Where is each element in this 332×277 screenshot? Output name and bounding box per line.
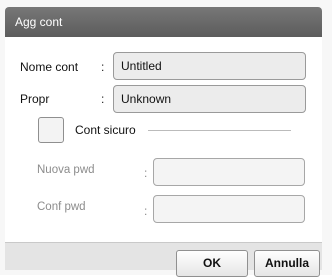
confirm-password-field[interactable] [153, 195, 305, 223]
owner-label: Propr [20, 92, 50, 106]
name-label: Nome cont [20, 60, 79, 74]
owner-field[interactable]: Unknown [113, 85, 306, 113]
confirm-password-colon: : [144, 204, 148, 218]
ok-button[interactable]: OK [176, 250, 248, 277]
confirm-password-label: Conf pwd [37, 201, 86, 213]
new-password-field[interactable] [153, 158, 305, 186]
new-password-label: Nuova pwd [37, 164, 95, 176]
cancel-button[interactable]: Annulla [254, 250, 320, 277]
secure-account-checkbox[interactable] [38, 117, 64, 143]
owner-colon: : [101, 92, 105, 106]
name-colon: : [101, 60, 105, 74]
separator-line [148, 130, 291, 131]
name-field[interactable]: Untitled [113, 52, 306, 80]
add-account-dialog: Agg cont Nome cont : Untitled Propr : Un… [0, 0, 332, 277]
new-password-colon: : [144, 166, 148, 180]
secure-account-label: Cont sicuro [75, 123, 136, 137]
dialog-title: Agg cont [5, 7, 322, 37]
